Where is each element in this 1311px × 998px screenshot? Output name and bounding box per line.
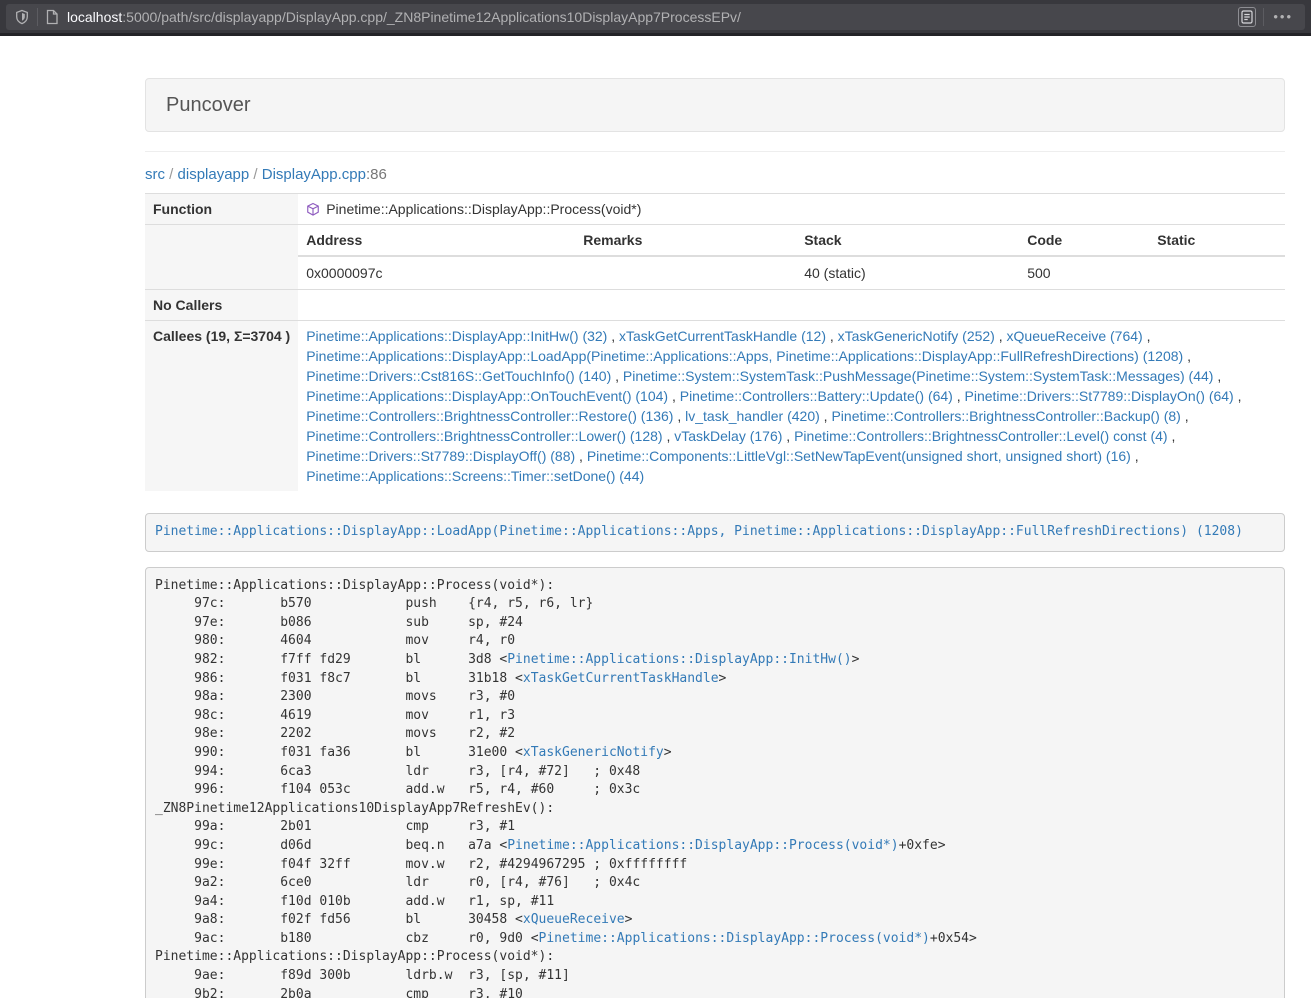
callee-link[interactable]: xQueueReceive (764) — [1007, 328, 1143, 344]
callee-separator: , — [782, 428, 794, 444]
no-callers-label: No Callers — [145, 290, 298, 321]
page-icon[interactable] — [45, 9, 59, 25]
callees-row: Callees (19, Σ=3704 ) Pinetime::Applicat… — [145, 321, 1285, 492]
callee-link[interactable]: xTaskGetCurrentTaskHandle (12) — [619, 328, 826, 344]
page-content: Puncover src / displayapp / DisplayApp.c… — [145, 78, 1285, 998]
callee-separator: , — [668, 388, 680, 404]
breadcrumb: src / displayapp / DisplayApp.cpp:86 — [145, 166, 1285, 184]
urlbar-separator-2 — [1263, 8, 1264, 26]
reader-mode-icon[interactable] — [1238, 7, 1256, 27]
disassembly-symbol-link[interactable]: xTaskGetCurrentTaskHandle — [523, 671, 719, 686]
callee-link[interactable]: Pinetime::Applications::Screens::Timer::… — [306, 468, 644, 484]
function-row-label: Function — [145, 194, 298, 225]
detail-cell — [575, 256, 796, 289]
disassembly-symbol-link[interactable]: xQueueReceive — [523, 912, 625, 927]
browser-toolbar: localhost:5000/path/src/displayapp/Displ… — [0, 0, 1311, 33]
detail-column-header: Remarks — [575, 225, 796, 256]
callee-separator: , — [1213, 368, 1221, 384]
breadcrumb-separator: / — [165, 166, 178, 183]
callee-separator: , — [1131, 448, 1139, 464]
breadcrumb-separator: / — [249, 166, 262, 183]
callee-separator: , — [611, 368, 623, 384]
detail-row: AddressRemarksStackCodeStatic 0x0000097c… — [145, 225, 1285, 290]
disassembly-symbol-link[interactable]: Pinetime::Applications::DisplayApp::Proc… — [507, 838, 898, 853]
callee-link[interactable]: Pinetime::Components::LittleVgl::SetNewT… — [587, 448, 1131, 464]
callee-link[interactable]: Pinetime::Controllers::BrightnessControl… — [306, 428, 662, 444]
callee-separator: , — [575, 448, 587, 464]
callees-label: Callees (19, Σ=3704 ) — [145, 321, 298, 492]
callee-separator: , — [820, 408, 832, 424]
detail-value-row: 0x0000097c 40 (static)500 — [298, 256, 1285, 289]
callee-link[interactable]: xTaskGenericNotify (252) — [838, 328, 995, 344]
callee-link[interactable]: lv_task_handler (420) — [685, 408, 820, 424]
detail-table: AddressRemarksStackCodeStatic 0x0000097c… — [298, 225, 1285, 289]
detail-cell: 40 (static) — [796, 256, 1019, 289]
callee-separator: , — [673, 408, 685, 424]
callee-separator: , — [953, 388, 965, 404]
page-title: Puncover — [166, 94, 251, 116]
disassembly-symbol-link[interactable]: Pinetime::Applications::DisplayApp::Init… — [507, 652, 851, 667]
detail-row-label — [145, 225, 298, 290]
url-host: localhost — [67, 9, 122, 25]
callee-separator: , — [826, 328, 838, 344]
symbol-preview-box: Pinetime::Applications::DisplayApp::Load… — [145, 513, 1285, 552]
callee-link[interactable]: Pinetime::Applications::DisplayApp::Load… — [306, 348, 1183, 364]
callee-link[interactable]: Pinetime::Drivers::Cst816S::GetTouchInfo… — [306, 368, 611, 384]
disassembly: Pinetime::Applications::DisplayApp::Proc… — [145, 567, 1285, 998]
shield-icon[interactable] — [14, 9, 30, 25]
package-icon — [306, 202, 320, 217]
callee-link[interactable]: Pinetime::Drivers::St7789::DisplayOff() … — [306, 448, 575, 464]
detail-column-header: Code — [1019, 225, 1149, 256]
function-table: Function Pinetime::Applications::Display… — [145, 193, 1285, 491]
symbol-preview-link[interactable]: Pinetime::Applications::DisplayApp::Load… — [155, 524, 1243, 539]
callee-link[interactable]: Pinetime::Controllers::BrightnessControl… — [306, 408, 673, 424]
page-actions-icon[interactable]: ••• — [1273, 9, 1293, 24]
callee-link[interactable]: vTaskDelay (176) — [674, 428, 782, 444]
callee-link[interactable]: Pinetime::Applications::DisplayApp::Init… — [306, 328, 607, 344]
breadcrumb-link[interactable]: src — [145, 166, 165, 183]
no-callers-row: No Callers — [145, 290, 1285, 321]
callee-link[interactable]: Pinetime::Drivers::St7789::DisplayOn() (… — [965, 388, 1234, 404]
callee-separator: , — [1181, 408, 1189, 424]
callee-separator: , — [1143, 328, 1151, 344]
callee-separator: , — [1183, 348, 1191, 364]
callee-separator: , — [1234, 388, 1242, 404]
detail-cell: 0x0000097c — [298, 256, 575, 289]
disassembly-symbol-link[interactable]: xTaskGenericNotify — [523, 745, 664, 760]
breadcrumb-link[interactable]: DisplayApp.cpp — [262, 166, 366, 183]
breadcrumb-line-number: :86 — [366, 166, 387, 183]
function-name: Pinetime::Applications::DisplayApp::Proc… — [326, 199, 641, 219]
detail-header-row: AddressRemarksStackCodeStatic — [298, 225, 1285, 256]
breadcrumb-link[interactable]: displayapp — [178, 166, 250, 183]
callee-link[interactable]: Pinetime::Controllers::Battery::Update()… — [680, 388, 953, 404]
detail-column-header: Stack — [796, 225, 1019, 256]
url-text: localhost:5000/path/src/displayapp/Displ… — [67, 9, 1238, 25]
function-row: Function Pinetime::Applications::Display… — [145, 194, 1285, 225]
url-path: :5000/path/src/displayapp/DisplayApp.cpp… — [122, 9, 741, 25]
callee-link[interactable]: Pinetime::System::SystemTask::PushMessag… — [623, 368, 1214, 384]
detail-cell: 500 — [1019, 256, 1149, 289]
callee-link[interactable]: Pinetime::Applications::DisplayApp::OnTo… — [306, 388, 668, 404]
url-bar[interactable]: localhost:5000/path/src/displayapp/Displ… — [6, 4, 1305, 30]
detail-column-header: Static — [1149, 225, 1285, 256]
callee-link[interactable]: Pinetime::Controllers::BrightnessControl… — [794, 428, 1167, 444]
callee-separator: , — [995, 328, 1007, 344]
callee-link[interactable]: Pinetime::Controllers::BrightnessControl… — [831, 408, 1180, 424]
urlbar-separator — [37, 8, 38, 26]
disassembly-symbol-link[interactable]: Pinetime::Applications::DisplayApp::Proc… — [539, 931, 930, 946]
detail-cell — [1149, 256, 1285, 289]
chrome-bottom-strip — [0, 33, 1311, 36]
divider — [145, 151, 1285, 152]
callees-list: Pinetime::Applications::DisplayApp::Init… — [298, 321, 1285, 492]
detail-column-header: Address — [298, 225, 575, 256]
callee-separator: , — [663, 428, 675, 444]
callee-separator: , — [1168, 428, 1176, 444]
page-title-panel: Puncover — [145, 78, 1285, 132]
callee-separator: , — [607, 328, 619, 344]
